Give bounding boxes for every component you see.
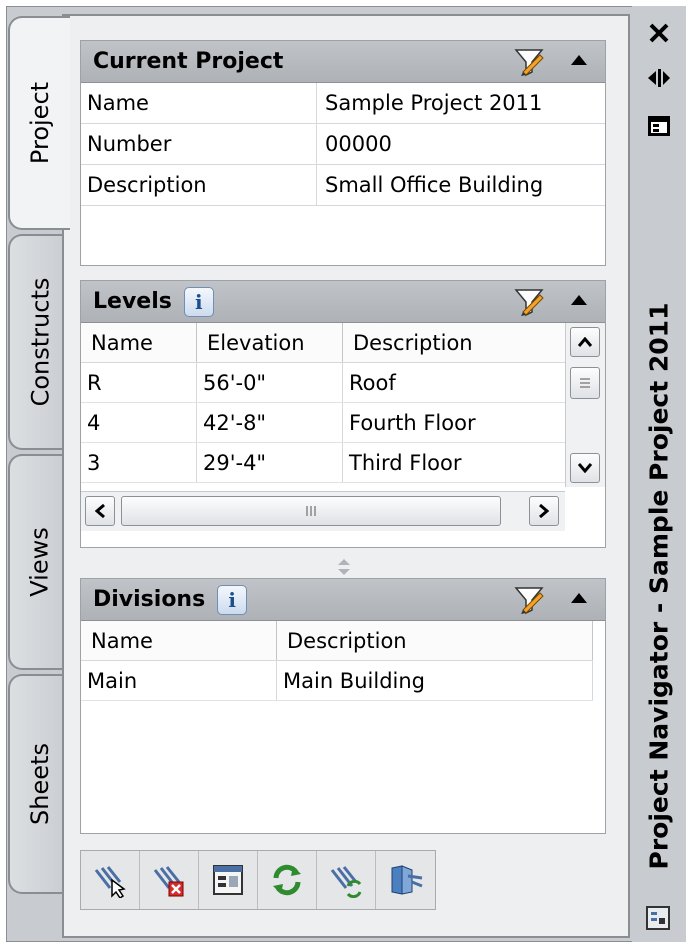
palette-title-bar[interactable]: Project Navigator - Sample Project 2011 <box>632 6 686 942</box>
level-elevation: 42'-8" <box>197 403 343 442</box>
info-icon[interactable]: i <box>217 584 248 615</box>
tab-constructs[interactable]: Constructs <box>8 234 70 450</box>
repath-project-icon <box>330 866 362 898</box>
auto-hide-icon[interactable] <box>646 66 672 90</box>
project-toolbar <box>80 850 436 910</box>
info-icon[interactable]: i <box>183 286 214 317</box>
grip-icon <box>306 506 316 516</box>
project-key: Description <box>81 165 317 205</box>
project-browser-button[interactable] <box>199 851 258 909</box>
column-header-name[interactable]: Name <box>81 621 277 660</box>
tab-views-label: Views <box>26 527 54 597</box>
scroll-thumb[interactable] <box>570 367 600 399</box>
project-value[interactable]: 00000 <box>317 124 605 164</box>
close-project-icon <box>153 866 184 897</box>
level-name: R <box>81 363 197 402</box>
properties-icon[interactable] <box>646 114 672 138</box>
refresh-icon <box>273 864 301 896</box>
repath-project-button[interactable] <box>317 851 376 909</box>
table-row[interactable]: 3 29'-4" Third Floor <box>81 443 565 483</box>
horizontal-scrollbar[interactable] <box>81 491 565 531</box>
column-header-description[interactable]: Description <box>343 323 565 362</box>
project-value[interactable]: Small Office Building <box>317 165 605 205</box>
scroll-thumb[interactable] <box>121 496 501 526</box>
collapse-icon[interactable] <box>571 295 587 305</box>
open-folder-button[interactable] <box>376 851 435 909</box>
tab-sheets-label: Sheets <box>26 743 55 825</box>
edit-filter-icon[interactable] <box>513 584 545 616</box>
table-row[interactable]: 4 42'-8" Fourth Floor <box>81 403 565 443</box>
select-project-icon <box>94 866 126 898</box>
close-icon[interactable] <box>648 22 670 44</box>
division-description: Main Building <box>277 661 593 700</box>
levels-title: Levels <box>93 289 172 314</box>
edit-filter-icon[interactable] <box>513 286 545 318</box>
scroll-up-button[interactable] <box>570 327 600 357</box>
tab-project[interactable]: Project <box>8 16 70 230</box>
project-key: Name <box>81 83 317 123</box>
levels-header[interactable]: Levels i <box>81 281 605 323</box>
level-description: Roof <box>349 371 396 395</box>
current-project-title: Current Project <box>93 49 284 74</box>
levels-table-header: Name Elevation Description <box>81 323 565 363</box>
chevron-left-icon <box>95 504 105 518</box>
edit-filter-icon[interactable] <box>513 46 545 78</box>
levels-section: Levels i Name Elevation Description R 56… <box>80 280 606 548</box>
level-elevation: 56'-0" <box>197 363 343 402</box>
project-tab-panel: Current Project Name Sample Project 2011… <box>62 14 630 938</box>
palette-icon <box>646 906 670 930</box>
divisions-header[interactable]: Divisions i <box>81 579 605 621</box>
close-project-button[interactable] <box>140 851 199 909</box>
chevron-right-icon <box>539 504 549 518</box>
tab-constructs-label: Constructs <box>26 277 55 407</box>
project-value[interactable]: Sample Project 2011 <box>317 83 605 123</box>
scroll-right-button[interactable] <box>529 496 559 526</box>
chevron-down-icon <box>578 463 592 473</box>
project-browser-icon <box>213 865 243 895</box>
level-name: 4 <box>81 403 197 442</box>
division-name: Main <box>81 661 277 700</box>
current-project-section: Current Project Name Sample Project 2011… <box>80 40 606 266</box>
chevron-up-icon <box>578 337 592 347</box>
divisions-section: Divisions i Name Description Main Main B… <box>80 578 606 834</box>
project-row-description: Description Small Office Building <box>81 165 605 206</box>
level-elevation: 29'-4" <box>197 443 343 482</box>
tab-views[interactable]: Views <box>8 454 70 670</box>
tab-project-label: Project <box>26 81 54 165</box>
refresh-button[interactable] <box>258 851 317 909</box>
vertical-scrollbar[interactable] <box>565 323 605 487</box>
divisions-table-header: Name Description <box>81 621 593 661</box>
column-header-name[interactable]: Name <box>81 323 197 362</box>
open-folder-icon <box>391 865 423 895</box>
column-header-description[interactable]: Description <box>277 621 593 660</box>
splitter-grip-icon[interactable] <box>334 556 354 578</box>
level-name: 3 <box>81 443 197 482</box>
tab-sheets[interactable]: Sheets <box>8 674 70 894</box>
divisions-title: Divisions <box>93 587 206 612</box>
table-row[interactable]: Main Main Building <box>81 661 593 701</box>
collapse-icon[interactable] <box>571 593 587 603</box>
levels-table: Name Elevation Description R 56'-0" Roof… <box>81 323 565 483</box>
current-project-header[interactable]: Current Project <box>81 41 605 83</box>
level-description: Fourth Floor <box>349 411 476 435</box>
project-row-number: Number 00000 <box>81 124 605 165</box>
scroll-left-button[interactable] <box>85 496 115 526</box>
project-key: Number <box>81 124 317 164</box>
column-header-elevation[interactable]: Elevation <box>197 323 343 362</box>
select-project-button[interactable] <box>81 851 140 909</box>
level-description: Third Floor <box>349 451 462 475</box>
scroll-down-button[interactable] <box>570 453 600 483</box>
project-row-name: Name Sample Project 2011 <box>81 83 605 124</box>
grip-icon <box>580 378 590 388</box>
table-row[interactable]: R 56'-0" Roof <box>81 363 565 403</box>
collapse-icon[interactable] <box>571 55 587 65</box>
palette-title: Project Navigator - Sample Project 2011 <box>644 302 674 870</box>
